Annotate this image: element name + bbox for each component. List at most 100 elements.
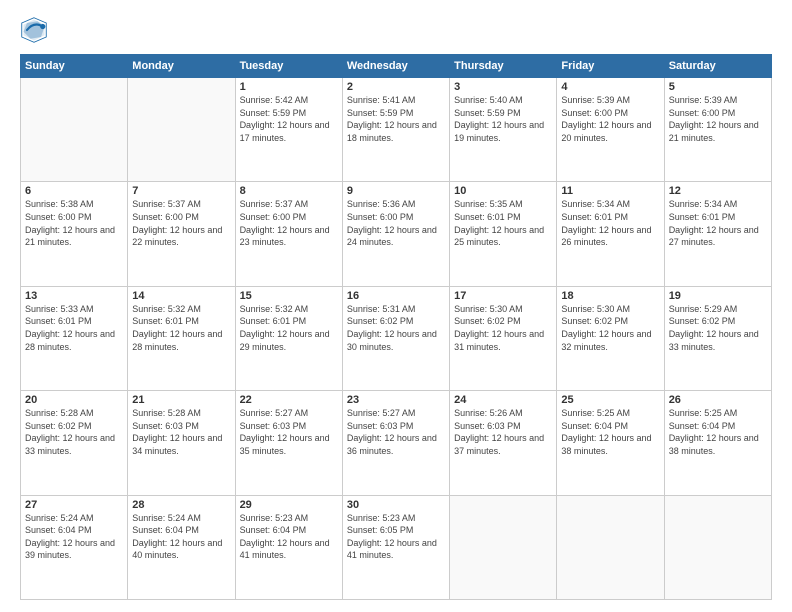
day-number: 11 xyxy=(561,185,659,197)
calendar-cell: 28Sunrise: 5:24 AMSunset: 6:04 PMDayligh… xyxy=(128,495,235,599)
daylight-text: Daylight: 12 hours and xyxy=(240,119,338,132)
logo xyxy=(20,16,52,44)
sunrise-text: Sunrise: 5:24 AM xyxy=(25,512,123,525)
calendar-cell xyxy=(21,78,128,182)
day-number: 5 xyxy=(669,81,767,93)
sunset-text: Sunset: 5:59 PM xyxy=(454,107,552,120)
sunset-text: Sunset: 6:01 PM xyxy=(240,315,338,328)
daylight-text-2: 21 minutes. xyxy=(669,132,767,145)
day-number: 23 xyxy=(347,394,445,406)
calendar-cell: 11Sunrise: 5:34 AMSunset: 6:01 PMDayligh… xyxy=(557,182,664,286)
calendar-week-row: 13Sunrise: 5:33 AMSunset: 6:01 PMDayligh… xyxy=(21,286,772,390)
calendar-cell: 1Sunrise: 5:42 AMSunset: 5:59 PMDaylight… xyxy=(235,78,342,182)
calendar-cell: 7Sunrise: 5:37 AMSunset: 6:00 PMDaylight… xyxy=(128,182,235,286)
sunset-text: Sunset: 6:04 PM xyxy=(240,524,338,537)
day-detail: Sunrise: 5:24 AMSunset: 6:04 PMDaylight:… xyxy=(132,512,230,562)
day-detail: Sunrise: 5:36 AMSunset: 6:00 PMDaylight:… xyxy=(347,198,445,248)
calendar-week-row: 6Sunrise: 5:38 AMSunset: 6:00 PMDaylight… xyxy=(21,182,772,286)
daylight-text: Daylight: 12 hours and xyxy=(454,432,552,445)
daylight-text: Daylight: 12 hours and xyxy=(561,119,659,132)
sunrise-text: Sunrise: 5:25 AM xyxy=(561,407,659,420)
calendar-cell: 5Sunrise: 5:39 AMSunset: 6:00 PMDaylight… xyxy=(664,78,771,182)
day-detail: Sunrise: 5:40 AMSunset: 5:59 PMDaylight:… xyxy=(454,94,552,144)
daylight-text: Daylight: 12 hours and xyxy=(347,224,445,237)
day-detail: Sunrise: 5:28 AMSunset: 6:03 PMDaylight:… xyxy=(132,407,230,457)
daylight-text-2: 36 minutes. xyxy=(347,445,445,458)
sunrise-text: Sunrise: 5:41 AM xyxy=(347,94,445,107)
day-detail: Sunrise: 5:38 AMSunset: 6:00 PMDaylight:… xyxy=(25,198,123,248)
day-detail: Sunrise: 5:37 AMSunset: 6:00 PMDaylight:… xyxy=(240,198,338,248)
daylight-text-2: 32 minutes. xyxy=(561,341,659,354)
sunrise-text: Sunrise: 5:25 AM xyxy=(669,407,767,420)
sunset-text: Sunset: 6:02 PM xyxy=(25,420,123,433)
sunset-text: Sunset: 6:03 PM xyxy=(132,420,230,433)
daylight-text-2: 38 minutes. xyxy=(561,445,659,458)
sunrise-text: Sunrise: 5:40 AM xyxy=(454,94,552,107)
day-number: 20 xyxy=(25,394,123,406)
day-detail: Sunrise: 5:30 AMSunset: 6:02 PMDaylight:… xyxy=(454,303,552,353)
daylight-text: Daylight: 12 hours and xyxy=(669,119,767,132)
sunset-text: Sunset: 6:04 PM xyxy=(669,420,767,433)
day-detail: Sunrise: 5:41 AMSunset: 5:59 PMDaylight:… xyxy=(347,94,445,144)
sunrise-text: Sunrise: 5:32 AM xyxy=(132,303,230,316)
sunrise-text: Sunrise: 5:34 AM xyxy=(561,198,659,211)
sunset-text: Sunset: 6:02 PM xyxy=(669,315,767,328)
calendar-cell: 30Sunrise: 5:23 AMSunset: 6:05 PMDayligh… xyxy=(342,495,449,599)
daylight-text-2: 34 minutes. xyxy=(132,445,230,458)
day-number: 15 xyxy=(240,290,338,302)
calendar-header-friday: Friday xyxy=(557,55,664,78)
day-number: 24 xyxy=(454,394,552,406)
day-number: 2 xyxy=(347,81,445,93)
day-detail: Sunrise: 5:32 AMSunset: 6:01 PMDaylight:… xyxy=(240,303,338,353)
day-number: 14 xyxy=(132,290,230,302)
day-number: 3 xyxy=(454,81,552,93)
calendar-header-wednesday: Wednesday xyxy=(342,55,449,78)
daylight-text-2: 29 minutes. xyxy=(240,341,338,354)
daylight-text-2: 35 minutes. xyxy=(240,445,338,458)
sunset-text: Sunset: 6:00 PM xyxy=(25,211,123,224)
daylight-text: Daylight: 12 hours and xyxy=(132,328,230,341)
day-number: 29 xyxy=(240,499,338,511)
daylight-text: Daylight: 12 hours and xyxy=(347,328,445,341)
sunrise-text: Sunrise: 5:39 AM xyxy=(669,94,767,107)
calendar-cell: 15Sunrise: 5:32 AMSunset: 6:01 PMDayligh… xyxy=(235,286,342,390)
calendar-cell: 10Sunrise: 5:35 AMSunset: 6:01 PMDayligh… xyxy=(450,182,557,286)
day-number: 7 xyxy=(132,185,230,197)
calendar-header-row: SundayMondayTuesdayWednesdayThursdayFrid… xyxy=(21,55,772,78)
day-detail: Sunrise: 5:28 AMSunset: 6:02 PMDaylight:… xyxy=(25,407,123,457)
calendar-cell: 20Sunrise: 5:28 AMSunset: 6:02 PMDayligh… xyxy=(21,391,128,495)
daylight-text-2: 18 minutes. xyxy=(347,132,445,145)
sunset-text: Sunset: 6:00 PM xyxy=(669,107,767,120)
sunrise-text: Sunrise: 5:32 AM xyxy=(240,303,338,316)
daylight-text: Daylight: 12 hours and xyxy=(240,432,338,445)
daylight-text: Daylight: 12 hours and xyxy=(25,328,123,341)
sunrise-text: Sunrise: 5:38 AM xyxy=(25,198,123,211)
day-number: 30 xyxy=(347,499,445,511)
day-number: 26 xyxy=(669,394,767,406)
daylight-text-2: 20 minutes. xyxy=(561,132,659,145)
sunrise-text: Sunrise: 5:29 AM xyxy=(669,303,767,316)
sunset-text: Sunset: 6:04 PM xyxy=(561,420,659,433)
sunset-text: Sunset: 6:04 PM xyxy=(25,524,123,537)
sunrise-text: Sunrise: 5:42 AM xyxy=(240,94,338,107)
sunset-text: Sunset: 6:03 PM xyxy=(240,420,338,433)
sunset-text: Sunset: 6:00 PM xyxy=(132,211,230,224)
day-detail: Sunrise: 5:25 AMSunset: 6:04 PMDaylight:… xyxy=(561,407,659,457)
day-detail: Sunrise: 5:39 AMSunset: 6:00 PMDaylight:… xyxy=(561,94,659,144)
sunset-text: Sunset: 6:00 PM xyxy=(240,211,338,224)
daylight-text: Daylight: 12 hours and xyxy=(132,224,230,237)
sunset-text: Sunset: 6:02 PM xyxy=(561,315,659,328)
sunrise-text: Sunrise: 5:37 AM xyxy=(240,198,338,211)
daylight-text-2: 38 minutes. xyxy=(669,445,767,458)
daylight-text-2: 26 minutes. xyxy=(561,236,659,249)
calendar-week-row: 20Sunrise: 5:28 AMSunset: 6:02 PMDayligh… xyxy=(21,391,772,495)
daylight-text-2: 28 minutes. xyxy=(132,341,230,354)
calendar-table: SundayMondayTuesdayWednesdayThursdayFrid… xyxy=(20,54,772,600)
calendar-cell: 19Sunrise: 5:29 AMSunset: 6:02 PMDayligh… xyxy=(664,286,771,390)
day-detail: Sunrise: 5:35 AMSunset: 6:01 PMDaylight:… xyxy=(454,198,552,248)
sunset-text: Sunset: 6:02 PM xyxy=(347,315,445,328)
daylight-text-2: 22 minutes. xyxy=(132,236,230,249)
daylight-text: Daylight: 12 hours and xyxy=(454,224,552,237)
daylight-text-2: 25 minutes. xyxy=(454,236,552,249)
sunrise-text: Sunrise: 5:33 AM xyxy=(25,303,123,316)
